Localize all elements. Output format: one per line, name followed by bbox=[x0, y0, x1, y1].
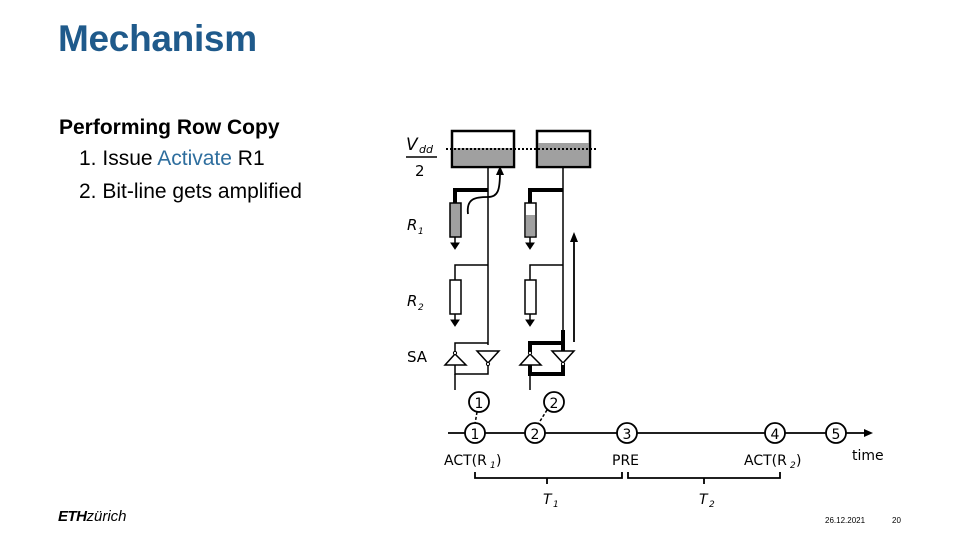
timeline-marker: 3 bbox=[616, 422, 638, 444]
timeline-marker: 1 bbox=[464, 422, 486, 444]
event-act-text: ACT(R bbox=[744, 453, 787, 469]
vdd-denominator: 2 bbox=[415, 162, 425, 180]
timeline-marker-text: 5 bbox=[832, 427, 841, 443]
interval-bracket-t1 bbox=[474, 472, 623, 484]
interval-label-t2: T bbox=[699, 492, 709, 508]
event-act-close: ) bbox=[496, 453, 501, 469]
stage-marker-upper-text: 1 bbox=[475, 396, 484, 412]
interval-bracket-t2 bbox=[627, 472, 781, 484]
event-label-act-r2: ACT(R 2 ) bbox=[744, 453, 801, 471]
timeline-marker: 2 bbox=[524, 422, 546, 444]
row-label-r1: R bbox=[407, 216, 417, 234]
vdd-v: V bbox=[406, 135, 419, 155]
vdd-sub: dd bbox=[419, 143, 434, 156]
logo-eth: ETH bbox=[58, 508, 87, 525]
event-act-close: ) bbox=[796, 453, 801, 469]
timeline-marker: 5 bbox=[825, 422, 847, 444]
interval-label-t1: T bbox=[543, 492, 553, 508]
bitline-right bbox=[518, 167, 578, 390]
timeline-arrow-icon bbox=[864, 429, 873, 437]
stage-marker-upper: 2 bbox=[543, 391, 565, 413]
row-label-r2-sub: 2 bbox=[418, 303, 424, 313]
event-act-text: ACT(R bbox=[444, 453, 487, 469]
event-act-sub: 1 bbox=[490, 461, 496, 471]
time-axis-label: time bbox=[852, 448, 884, 464]
timeline-marker-text: 3 bbox=[623, 427, 632, 443]
bitline-left bbox=[443, 166, 504, 390]
row-label-r2: R bbox=[407, 292, 417, 310]
logo-zurich: zürich bbox=[86, 508, 127, 525]
event-label-act-r1: ACT(R 1 ) bbox=[444, 453, 501, 471]
timeline-marker-text: 2 bbox=[531, 427, 540, 443]
timeline-marker: 4 bbox=[764, 422, 786, 444]
stage-marker-upper: 1 bbox=[468, 391, 490, 413]
timeline-marker-text: 4 bbox=[771, 427, 780, 443]
event-label-pre: PRE bbox=[612, 453, 639, 469]
footer-date: 26.12.2021 bbox=[825, 516, 866, 525]
eth-zurich-logo: ETHzürich bbox=[58, 508, 127, 525]
interval-label-t2-sub: 2 bbox=[709, 500, 715, 510]
row-label-sa: SA bbox=[407, 348, 428, 366]
stage-marker-upper-text: 2 bbox=[550, 396, 559, 412]
vdd-half-label: V dd 2 bbox=[406, 135, 437, 180]
timeline-marker-text: 1 bbox=[471, 427, 480, 443]
interval-label-t1-sub: 1 bbox=[553, 500, 559, 510]
row-label-r1-sub: 1 bbox=[418, 227, 424, 237]
page-number: 20 bbox=[892, 516, 901, 525]
row-copy-diagram: V dd 2 R 1 R 2 SA 1 2 1 2 3 4 5 time ACT… bbox=[406, 129, 884, 510]
